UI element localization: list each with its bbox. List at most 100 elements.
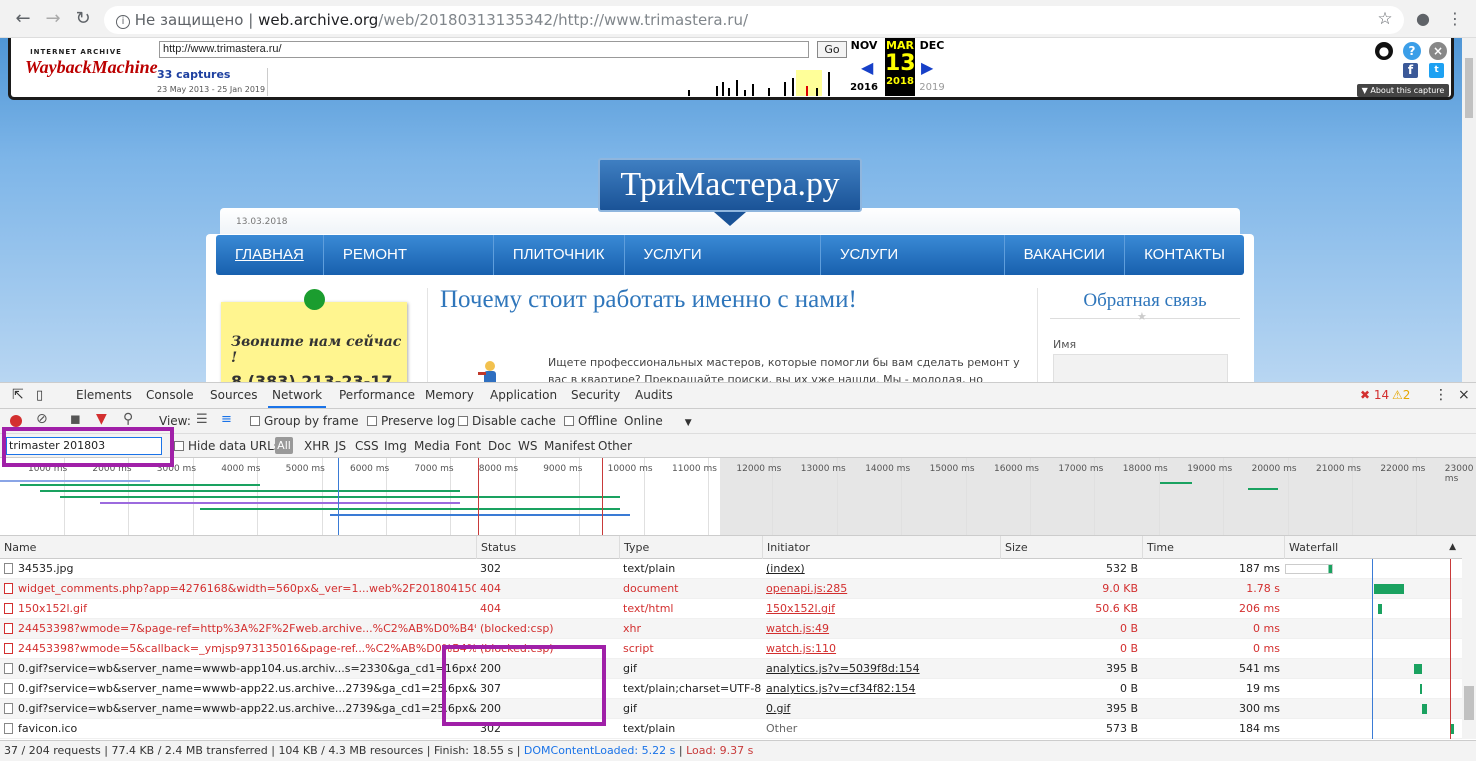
menu-item-electric[interactable]: УСЛУГИ ЭЛЕКТРИКА — [821, 235, 1005, 303]
site-logo[interactable]: ТриМастера.ру — [598, 158, 862, 212]
screenshot-camera-icon[interactable]: ◼ — [70, 412, 81, 427]
menu-item-home[interactable]: ГЛАВНАЯ — [216, 235, 324, 275]
row-initiator[interactable]: watch.js:110 — [762, 639, 1000, 659]
about-capture-button[interactable]: ▼ About this capture — [1357, 84, 1449, 97]
wayback-url-input[interactable]: http://www.trimastera.ru/ — [159, 41, 809, 58]
bookmark-star-icon[interactable]: ☆ — [1374, 8, 1396, 30]
row-name[interactable]: 34535.jpg — [0, 559, 476, 579]
row-initiator[interactable]: analytics.js?v=cf34f82:154 — [762, 679, 1000, 699]
table-row[interactable]: 150x152l.gif 404 text/html 150x152l.gif 50.6… — [0, 599, 1462, 619]
table-scrollbar[interactable] — [1462, 536, 1476, 739]
type-filter-media[interactable]: Media — [414, 439, 450, 453]
tab-network[interactable]: Network — [268, 383, 327, 408]
row-name[interactable]: 24453398?wmode=5&callback=_ymjsp97313501… — [0, 639, 476, 659]
table-scroll-thumb[interactable] — [1464, 686, 1474, 720]
row-name[interactable]: 0.gif?service=wb&server_name=wwwb-app104… — [0, 659, 476, 679]
table-row[interactable]: 0.gif?service=wb&server_name=wwwb-app22.… — [0, 679, 1462, 699]
type-filter-doc[interactable]: Doc — [488, 439, 511, 453]
col-waterfall[interactable]: Waterfall ▲ — [1284, 536, 1462, 559]
warning-count[interactable]: ⚠2 — [1388, 383, 1414, 408]
offline-toggle[interactable]: Offline — [564, 414, 617, 428]
wayback-go-button[interactable]: Go — [817, 41, 847, 58]
row-initiator[interactable]: 150x152l.gif — [762, 599, 1000, 619]
next-capture-arrow-icon[interactable]: ▶ — [921, 58, 933, 77]
row-initiator[interactable]: 0.gif — [762, 699, 1000, 719]
page-scrollbar[interactable] — [1462, 38, 1476, 382]
large-rows-icon[interactable]: ☰ — [196, 412, 208, 427]
capture-histogram[interactable] — [267, 68, 847, 96]
menu-item-renovation[interactable]: РЕМОНТ КВАРТИР — [324, 235, 494, 303]
throttle-select[interactable]: Online ▼ — [624, 414, 692, 428]
col-status[interactable]: Status — [476, 536, 619, 559]
menu-item-tiler[interactable]: ПЛИТОЧНИК — [494, 235, 625, 275]
filter-icon[interactable]: ▼ — [96, 411, 107, 427]
menu-item-vacancies[interactable]: ВАКАНСИИ — [1005, 235, 1126, 275]
info-icon[interactable]: i — [116, 15, 130, 29]
row-initiator[interactable]: openapi.js:285 — [762, 579, 1000, 599]
tab-memory[interactable]: Memory — [421, 383, 478, 408]
row-name[interactable]: 0.gif?service=wb&server_name=wwwb-app22.… — [0, 679, 476, 699]
menu-item-plumbing[interactable]: УСЛУГИ САНТЕХНИКА — [625, 235, 821, 303]
checkbox[interactable] — [250, 416, 260, 426]
next-year[interactable]: 2019 — [917, 82, 947, 93]
row-name[interactable]: 24453398?wmode=7&page-ref=http%3A%2F%2Fw… — [0, 619, 476, 639]
menu-item-contacts[interactable]: КОНТАКТЫ — [1125, 235, 1244, 275]
col-time[interactable]: Time — [1142, 536, 1284, 559]
captures-link[interactable]: 33 captures — [157, 68, 230, 81]
row-initiator[interactable]: analytics.js?v=5039f8d:154 — [762, 659, 1000, 679]
tab-elements[interactable]: Elements — [72, 383, 136, 408]
type-filter-ws[interactable]: WS — [518, 439, 537, 453]
checkbox[interactable] — [367, 416, 377, 426]
col-initiator[interactable]: Initiator — [762, 536, 1000, 559]
type-filter-xhr[interactable]: XHR — [304, 439, 330, 453]
address-bar[interactable]: i Не защищено | web.archive.org/web/2018… — [104, 6, 1404, 34]
checkbox[interactable] — [458, 416, 468, 426]
table-row[interactable]: 24453398?wmode=7&page-ref=http%3A%2F%2Fw… — [0, 619, 1462, 639]
tab-security[interactable]: Security — [567, 383, 624, 408]
col-name[interactable]: Name — [0, 536, 476, 559]
account-circle-icon[interactable]: ● — [1375, 42, 1393, 60]
device-toolbar-icon[interactable]: ▯ — [32, 383, 47, 408]
row-initiator[interactable]: watch.js:49 — [762, 619, 1000, 639]
tab-sources[interactable]: Sources — [206, 383, 261, 408]
type-filter-all[interactable]: All — [275, 437, 293, 454]
checkbox[interactable] — [174, 441, 184, 451]
search-icon[interactable]: ⚲ — [123, 411, 133, 427]
help-icon[interactable]: ? — [1403, 42, 1421, 60]
inspect-element-icon[interactable]: ⇱ — [8, 383, 28, 408]
type-filter-other[interactable]: Other — [598, 439, 632, 453]
row-name[interactable]: 150x152l.gif — [0, 599, 476, 619]
twitter-icon[interactable]: t — [1429, 63, 1444, 78]
record-icon[interactable] — [10, 415, 22, 427]
back-arrow-icon[interactable]: ← — [12, 8, 34, 30]
forward-arrow-icon[interactable]: → — [42, 8, 64, 30]
row-name[interactable]: 0.gif?service=wb&server_name=wwwb-app22.… — [0, 699, 476, 719]
disable-cache-toggle[interactable]: Disable cache — [458, 414, 556, 428]
prev-capture-arrow-icon[interactable]: ◀ — [861, 58, 873, 77]
scroll-thumb[interactable] — [1465, 58, 1473, 118]
clear-icon[interactable]: ⊘ — [36, 411, 48, 427]
tab-audits[interactable]: Audits — [631, 383, 677, 408]
close-icon[interactable]: × — [1429, 42, 1447, 60]
tab-console[interactable]: Console — [142, 383, 198, 408]
tab-performance[interactable]: Performance — [335, 383, 419, 408]
type-filter-js[interactable]: JS — [335, 439, 346, 453]
network-overview[interactable]: 1000 ms 2000 ms 3000 ms 4000 ms 5000 ms 6000 … — [0, 458, 1476, 536]
group-by-frame-toggle[interactable]: Group by frame — [250, 414, 358, 428]
table-row[interactable]: favicon.ico 302 text/plain Other 573 B 184 ms — [0, 719, 1462, 739]
devtools-close-icon[interactable]: × — [1454, 383, 1474, 408]
prev-month[interactable]: NOV — [849, 39, 879, 52]
row-initiator[interactable]: (index) — [762, 559, 1000, 579]
account-icon[interactable]: ● — [1412, 8, 1434, 30]
devtools-menu-icon[interactable]: ⋮ — [1430, 383, 1452, 408]
next-month[interactable]: DEC — [917, 39, 947, 52]
reload-icon[interactable]: ↻ — [72, 8, 94, 30]
table-row[interactable]: 24453398?wmode=5&callback=_ymjsp97313501… — [0, 639, 1462, 659]
table-row[interactable]: widget_comments.php?app=4276168&width=56… — [0, 579, 1462, 599]
type-filter-css[interactable]: CSS — [355, 439, 379, 453]
facebook-icon[interactable]: f — [1403, 63, 1418, 78]
tab-application[interactable]: Application — [486, 383, 561, 408]
prev-year[interactable]: 2016 — [849, 82, 879, 93]
waterfall-view-icon[interactable]: ≡ — [221, 412, 232, 427]
hide-data-urls-toggle[interactable]: Hide data URLs — [174, 439, 280, 453]
